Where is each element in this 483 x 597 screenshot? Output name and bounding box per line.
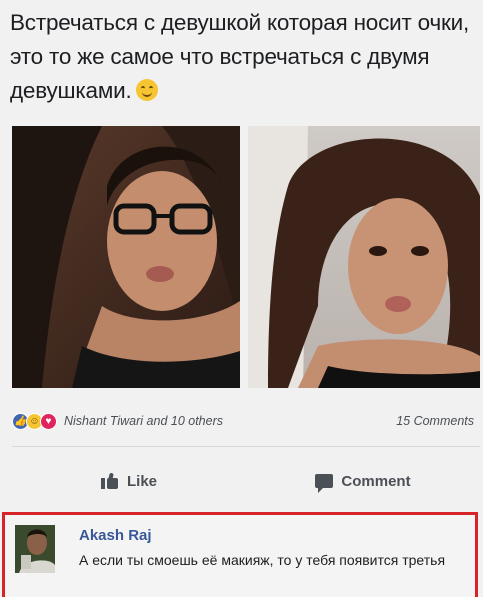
like-label: Like bbox=[126, 472, 157, 490]
comment-button[interactable]: Comment bbox=[246, 472, 480, 493]
highlighted-comment: Akash Raj А если ты смоешь её макияж, то… bbox=[2, 512, 478, 597]
thumbs-up-icon bbox=[100, 472, 119, 489]
like-button[interactable]: Like bbox=[12, 473, 246, 490]
comment-bubble-icon bbox=[315, 474, 334, 493]
post-text: Встречаться с девушкой которая носит очк… bbox=[10, 10, 470, 103]
photo-woman-without-glasses[interactable] bbox=[248, 126, 480, 388]
smiling-face-emoji-icon bbox=[135, 79, 158, 101]
comment-author[interactable]: Akash Raj bbox=[79, 527, 152, 544]
comment-label: Comment bbox=[341, 472, 411, 490]
comment-text: А если ты смоешь её макияж, то у тебя по… bbox=[79, 552, 446, 568]
avatar[interactable] bbox=[15, 525, 55, 573]
divider bbox=[12, 446, 480, 447]
post-text-container: Встречаться с девушкой которая носит очк… bbox=[10, 6, 478, 108]
comments-count[interactable]: 15 Comments bbox=[396, 414, 474, 428]
reaction-names[interactable]: Nishant Tiwari and 10 others bbox=[64, 414, 223, 428]
reactions-summary[interactable]: 👍 ☺ ♥ Nishant Tiwari and 10 others 15 Co… bbox=[12, 410, 480, 432]
love-reaction-icon: ♥ bbox=[40, 412, 57, 430]
photo-woman-with-glasses[interactable] bbox=[12, 126, 240, 388]
action-bar: Like Comment bbox=[12, 456, 480, 506]
